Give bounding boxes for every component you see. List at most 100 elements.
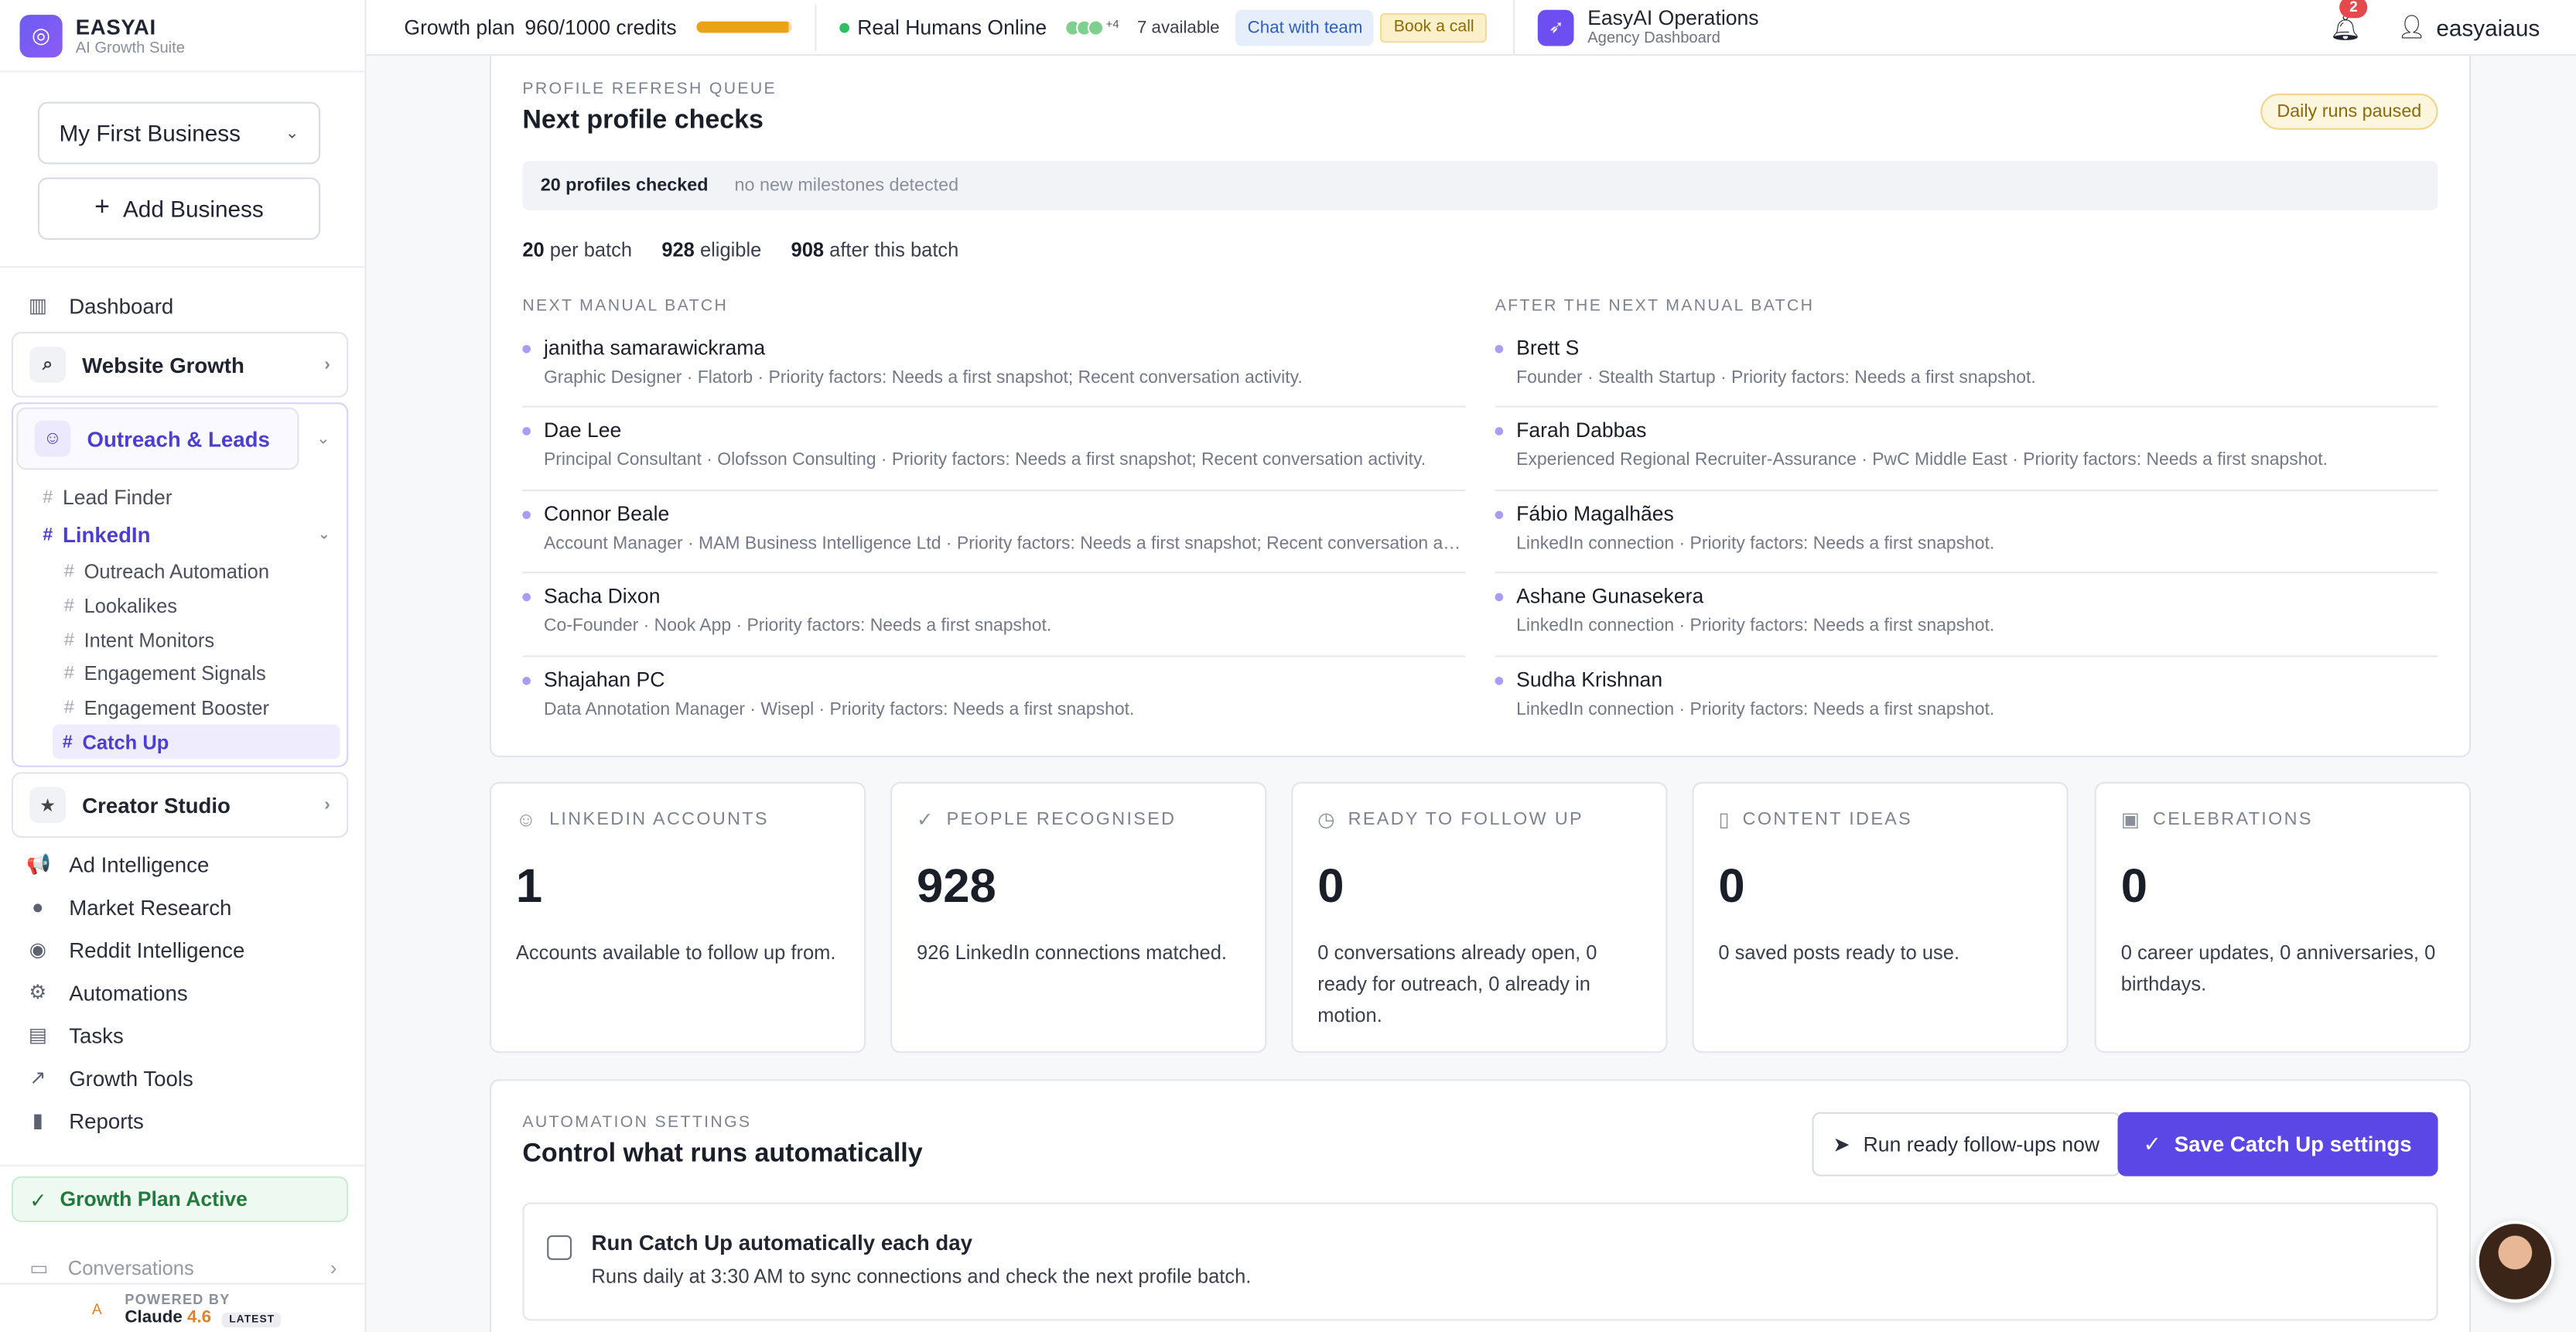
stat-card-linkedin-accounts: ☺ LINKEDIN ACCOUNTS 1 Accounts available … (489, 781, 866, 1054)
credits-text: 960/1000 credits (524, 15, 677, 39)
sidebar-item-market-research[interactable]: ● Market Research (0, 886, 364, 928)
list-item[interactable]: Shajahan PC Data Annotation Manager · Wis… (522, 657, 1465, 739)
bell-icon: 🔔︎ (2329, 14, 2362, 43)
after-batch-label: AFTER THE NEXT MANUAL BATCH (1495, 297, 1815, 316)
sidebar-item-intent-monitors[interactable]: # Intent Monitors (13, 623, 347, 657)
chevron-down-icon: ⌄ (317, 525, 330, 542)
sidebar-item-linkedin[interactable]: # LinkedIn ⌄ (13, 514, 347, 555)
stat-description: 0 conversations already open, 0 ready fo… (1317, 941, 1597, 1027)
sidebar-item-lookalikes[interactable]: # Lookalikes (13, 589, 347, 623)
file-icon: ▮ (32, 1108, 43, 1132)
list-item[interactable]: Farah Dabbas Experienced Regional Recruit… (1495, 408, 2438, 491)
book-call-button[interactable]: Book a call (1380, 12, 1488, 43)
stat-label: CONTENT IDEAS (1742, 809, 1913, 830)
brand-logo-icon: ◎ (19, 14, 63, 57)
sidebar-item-label: Dashboard (69, 293, 174, 318)
business-select-value: My First Business (59, 120, 241, 147)
star-icon: ★ (29, 787, 66, 824)
person-meta: Account Manager · MAM Business Intellige… (543, 533, 1466, 554)
rocket-icon: ➶ (1538, 9, 1575, 46)
list-item[interactable]: Sacha Dixon Co-Founder · Nook App · Prior… (522, 574, 1466, 657)
person-name: Shajahan PC (543, 668, 665, 692)
batch-stat-value: 928 (661, 237, 695, 261)
users-icon: ☺ (515, 808, 538, 832)
chevron-down-icon[interactable]: ⌄ (316, 429, 330, 447)
person-name: Connor Beale (543, 502, 670, 526)
sidebar-group-website-growth[interactable]: ⌕ Website Growth › (11, 331, 349, 398)
list-item[interactable]: Sudha Krishnan LinkedIn connection · Prio… (1495, 657, 2438, 739)
stat-card-ready-to-follow-up: ◷ READY TO FOLLOW UP 0 0 conversations al… (1291, 781, 1668, 1054)
sidebar-group-outreach: ☺ Outreach & Leads ⌄ # Lead Finder # Lin… (11, 402, 349, 768)
person-name: Ashane Gunasekera (1516, 585, 1704, 609)
sidebar-group-label: Website Growth (82, 352, 244, 377)
save-settings-button[interactable]: ✓ Save Catch Up settings (2116, 1112, 2438, 1177)
sidebar-item-engagement-booster[interactable]: # Engagement Booster (13, 692, 347, 726)
sidebar-group-creator-studio[interactable]: ★ Creator Studio › (11, 772, 349, 838)
stat-value: 0 (1317, 860, 1344, 914)
sidebar-divider (0, 266, 365, 268)
list-item[interactable]: Ashane Gunasekera LinkedIn connection · P… (1495, 574, 2438, 657)
sidebar-item-ad-intelligence[interactable]: 📢 Ad Intelligence (0, 843, 364, 886)
sidebar-item-reports[interactable]: ▮ Reports (0, 1099, 364, 1142)
sidebar-item-label: Engagement Booster (84, 696, 270, 720)
sidebar-group-outreach-header[interactable]: ☺ Outreach & Leads (16, 407, 299, 470)
hash-icon: # (43, 524, 53, 545)
assistant-avatar-button[interactable] (2475, 1220, 2555, 1303)
batch-stat-value: 908 (791, 237, 825, 261)
sidebar-item-label: Engagement Signals (84, 662, 266, 686)
daily-run-title: Run Catch Up automatically each day (591, 1230, 973, 1255)
business-select[interactable]: My First Business ⌄ (37, 101, 321, 165)
credits-progress-bar (696, 21, 792, 33)
sidebar-item-label: Outreach Automation (84, 560, 269, 584)
sidebar-item-conversations[interactable]: ▭ Conversations › (0, 1252, 364, 1284)
list-item[interactable]: Brett S Founder · Stealth Startup · Prior… (1495, 325, 2438, 408)
powered-by-label: POWERED BY (125, 1290, 231, 1307)
list-item[interactable]: janitha samarawickrama Graphic Designer ·… (522, 325, 1466, 408)
growth-plan-active-badge[interactable]: ✓ Growth Plan Active (11, 1176, 349, 1223)
plan-credits[interactable]: Growth plan 960/1000 credits (367, 15, 792, 39)
sidebar-item-automations[interactable]: ⚙ Automations (0, 971, 364, 1013)
run-follow-ups-button[interactable]: ➤ Run ready follow-ups now (1811, 1112, 2121, 1177)
chevron-right-icon: › (330, 1256, 337, 1280)
sidebar-item-label: LinkedIn (62, 522, 151, 548)
send-icon: ➤ (1833, 1133, 1850, 1157)
hash-icon: # (62, 732, 73, 753)
sidebar-item-reddit-intelligence[interactable]: ◉ Reddit Intelligence (0, 928, 364, 971)
user-menu[interactable]: 👤︎ easyaiaus (2397, 13, 2540, 41)
check-icon: ✓ (29, 1188, 47, 1212)
profiles-checked: 20 profiles checked (540, 176, 709, 196)
sidebar-item-lead-finder[interactable]: # Lead Finder (13, 480, 347, 514)
batch-stat-label: after this batch (829, 237, 959, 261)
person-name: Dae Lee (543, 419, 622, 443)
divider (1513, 0, 1515, 56)
notifications-button[interactable]: 🔔︎ 2 (2329, 0, 2368, 43)
add-business-button[interactable]: + Add Business (37, 177, 321, 241)
sidebar-item-label: Automations (69, 980, 188, 1005)
powered-by-footer: A POWERED BY Claude 4.6 LATEST (0, 1282, 365, 1332)
sidebar-item-label: Reports (69, 1108, 144, 1133)
sidebar-item-outreach-automation[interactable]: # Outreach Automation (13, 555, 347, 589)
hash-icon: # (63, 630, 74, 651)
avatars-more-count: +4 (1105, 19, 1119, 31)
sidebar-item-label: Reddit Intelligence (69, 937, 245, 962)
person-meta: LinkedIn connection · Priority factors: … (1516, 698, 1995, 719)
person-meta: Co-Founder · Nook App · Priority factors… (543, 616, 1052, 637)
plus-icon: + (94, 193, 110, 222)
agency-dashboard-switcher[interactable]: ➶ EasyAI Operations Agency Dashboard (1538, 6, 1759, 48)
chat-with-team-button[interactable]: Chat with team (1235, 9, 1375, 46)
brand[interactable]: ◎ EASYAI AI Growth Suite (0, 0, 365, 73)
person-name: Fábio Magalhães (1516, 502, 1674, 526)
list-item[interactable]: Dae Lee Principal Consultant · Olofsson C… (522, 408, 1466, 491)
sidebar-item-catch-up[interactable]: # Catch Up (52, 725, 340, 760)
list-item[interactable]: Fábio Magalhães LinkedIn connection · Pri… (1495, 491, 2438, 574)
sidebar-item-engagement-signals[interactable]: # Engagement Signals (13, 657, 347, 692)
sidebar-item-dashboard[interactable]: ▥ Dashboard (0, 284, 364, 326)
sidebar-item-tasks[interactable]: ▤ Tasks (0, 1014, 364, 1057)
sidebar-item-label: Conversations (67, 1256, 194, 1280)
daily-run-checkbox[interactable] (547, 1235, 572, 1260)
sidebar-item-growth-tools[interactable]: ↗ Growth Tools (0, 1057, 364, 1099)
avatar (1088, 19, 1105, 36)
sidebar-item-label: Catch Up (82, 730, 169, 754)
list-item[interactable]: Connor Beale Account Manager · MAM Busine… (522, 491, 1465, 574)
person-meta: Graphic Designer · Flatorb · Priority fa… (543, 367, 1303, 388)
